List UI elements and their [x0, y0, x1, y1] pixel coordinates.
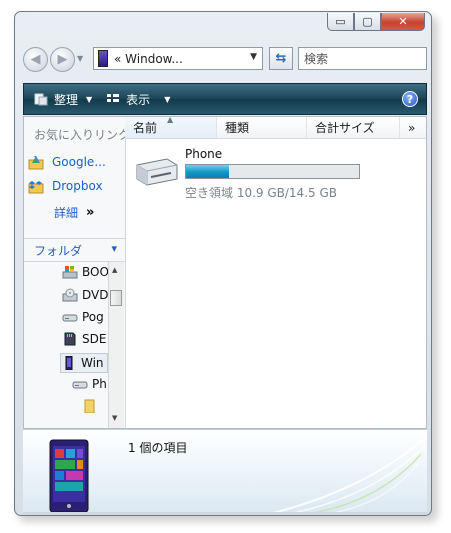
- folder-icon: [84, 399, 95, 413]
- back-button[interactable]: ◀: [23, 47, 48, 72]
- tree-item-dvd[interactable]: DVD: [62, 288, 108, 302]
- search-placeholder: 検索: [304, 52, 329, 66]
- drive-icon: [62, 314, 78, 322]
- close-button[interactable]: ✕: [381, 13, 425, 31]
- tree-item-sde[interactable]: SDE: [62, 332, 106, 346]
- organize-button[interactable]: 整理 ▼: [34, 91, 92, 108]
- tree-item-label: DVD: [82, 288, 109, 302]
- drive-item-phone[interactable]: Phone 空き領域 10.9 GB/14.5 GB: [131, 147, 411, 200]
- forward-button[interactable]: ▶: [50, 47, 75, 72]
- column-total-size[interactable]: 合計サイズ: [307, 117, 400, 138]
- folder-tree-scrollbar[interactable]: ▲ ▼: [108, 262, 124, 428]
- organize-icon: [34, 93, 48, 106]
- sort-ascending-icon: ▲: [167, 115, 174, 124]
- removable-drive-icon: [136, 158, 178, 186]
- explorer-window: ▭ ▢ ✕ ◀ ▶ ▼ « Window... ▼ ⇆ 検索 整理 ▼ 表示 ▼…: [14, 11, 432, 516]
- recent-pages-dropdown[interactable]: ▼: [77, 54, 83, 63]
- explorer-body: お気に入りリンク Google... Dropbox 詳細 » フォルダ ▾ B…: [23, 115, 427, 429]
- column-headers: ▲ 名前 種類 合計サイズ »: [125, 115, 426, 139]
- windows-phone-icon: [49, 439, 89, 513]
- drive-usage-bar: [185, 164, 360, 179]
- tree-item-label: Win: [81, 356, 104, 370]
- views-dropdown-icon: ▼: [164, 94, 171, 104]
- help-icon: ?: [406, 92, 414, 106]
- views-icon: [107, 94, 120, 102]
- tree-item-label: BOO: [82, 265, 109, 279]
- organize-dropdown-icon: ▼: [86, 94, 93, 104]
- folders-label: フォルダ: [34, 243, 83, 258]
- drive-free-space: 空き領域 10.9 GB/14.5 GB: [185, 186, 337, 200]
- drive-name: Phone: [185, 147, 223, 161]
- details-pane: 1 個の項目: [23, 429, 427, 513]
- favorite-link-dropbox[interactable]: Dropbox: [28, 178, 103, 194]
- folders-header[interactable]: フォルダ ▾: [24, 238, 125, 262]
- chevron-down-icon: ▾: [111, 242, 117, 255]
- favorite-link-google-drive[interactable]: Google...: [28, 154, 106, 170]
- phone-icon: [65, 356, 73, 370]
- maximize-button[interactable]: ▢: [354, 13, 381, 31]
- forward-arrow-icon: ▶: [57, 52, 68, 67]
- tree-item-windows-phone[interactable]: Win: [60, 353, 108, 373]
- double-chevron-icon: »: [86, 205, 95, 220]
- folder-tree: BOO DVD Pog SDE Win Ph ▲ ▼: [24, 262, 125, 428]
- help-button[interactable]: ?: [402, 91, 418, 107]
- organize-label: 整理: [54, 92, 79, 107]
- more-links-label: 詳細: [54, 206, 79, 220]
- favorite-links-header: お気に入りリンク: [34, 128, 125, 142]
- favorite-link-label: Dropbox: [52, 179, 103, 193]
- column-label: 種類: [225, 121, 250, 135]
- column-label: 名前: [133, 121, 158, 135]
- close-icon: ✕: [398, 15, 408, 28]
- drive-usage-fill: [186, 165, 230, 178]
- command-bar: 整理 ▼ 表示 ▼ ?: [23, 83, 427, 115]
- caption-buttons: ▭ ▢ ✕: [327, 13, 425, 31]
- drive-icon: [72, 381, 88, 389]
- minimize-button[interactable]: ▭: [327, 13, 354, 31]
- back-arrow-icon: ◀: [30, 52, 41, 67]
- tree-item-boot[interactable]: BOO: [62, 265, 109, 279]
- double-chevron-icon: »: [408, 120, 416, 135]
- navigation-bar: ◀ ▶ ▼ « Window... ▼ ⇆ 検索: [23, 47, 427, 73]
- windows-computer-icon: [62, 266, 78, 279]
- tree-item-label: SDE: [82, 332, 107, 346]
- tree-item-label: Pog: [82, 310, 104, 324]
- column-label: 合計サイズ: [315, 121, 375, 135]
- item-count: 1 個の項目: [128, 441, 188, 455]
- scroll-down-icon[interactable]: ▼: [112, 414, 117, 422]
- phone-icon: [98, 50, 108, 67]
- address-text: « Window...: [114, 51, 183, 66]
- dvd-drive-icon: [62, 288, 78, 302]
- dropbox-icon: [28, 181, 44, 194]
- address-bar[interactable]: « Window... ▼: [93, 47, 263, 70]
- minimize-icon: ▭: [335, 15, 346, 28]
- window-bottom-frame: [23, 512, 427, 515]
- address-dropdown-icon[interactable]: ▼: [250, 52, 257, 62]
- maximize-icon: ▢: [362, 15, 373, 28]
- google-drive-icon: [28, 156, 44, 170]
- tree-item-folder[interactable]: [82, 399, 102, 413]
- refresh-icon: ⇆: [275, 51, 287, 66]
- tree-item-label: Ph: [92, 377, 107, 391]
- file-list-pane: ▲ 名前 種類 合計サイズ » Phone 空き領域 10.9 GB/14.5 …: [125, 115, 426, 428]
- scrollbar-thumb[interactable]: [110, 290, 122, 306]
- views-button[interactable]: 表示 ▼: [106, 91, 170, 108]
- sd-card-icon: [64, 332, 76, 346]
- search-input[interactable]: 検索: [298, 47, 427, 70]
- column-name[interactable]: ▲ 名前: [125, 115, 217, 138]
- tree-item-pog[interactable]: Pog: [62, 310, 104, 324]
- refresh-button[interactable]: ⇆: [269, 47, 293, 70]
- details-swoosh-decoration: [273, 439, 426, 513]
- tree-item-phone[interactable]: Ph: [72, 377, 107, 391]
- favorite-link-label: Google...: [52, 155, 106, 169]
- more-links-button[interactable]: 詳細 »: [54, 204, 94, 221]
- scroll-up-icon[interactable]: ▲: [112, 266, 117, 274]
- navigation-pane: お気に入りリンク Google... Dropbox 詳細 » フォルダ ▾ B…: [24, 117, 126, 428]
- views-label: 表示: [126, 92, 151, 107]
- more-columns-button[interactable]: »: [400, 117, 415, 138]
- column-type[interactable]: 種類: [217, 117, 307, 138]
